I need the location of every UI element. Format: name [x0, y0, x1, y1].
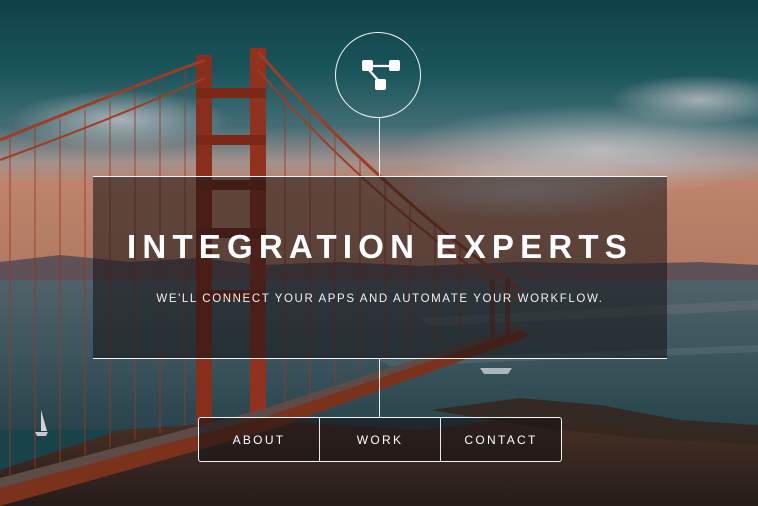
hero-panel: INTEGRATION EXPERTS WE'LL CONNECT YOUR A…	[93, 176, 667, 359]
workflow-nodes-icon	[362, 60, 400, 90]
nav-about-button[interactable]: ABOUT	[199, 418, 319, 461]
nav-work-button[interactable]: WORK	[319, 418, 440, 461]
hero-subtitle: WE'LL CONNECT YOUR APPS AND AUTOMATE YOU…	[156, 293, 604, 305]
hero-screen: INTEGRATION EXPERTS WE'LL CONNECT YOUR A…	[0, 0, 758, 506]
logo[interactable]	[335, 32, 421, 118]
hero-title: INTEGRATION EXPERTS	[127, 228, 633, 265]
main-nav: ABOUT WORK CONTACT	[198, 417, 562, 462]
connector-line-top	[379, 118, 380, 176]
nav-contact-button[interactable]: CONTACT	[440, 418, 561, 461]
connector-line-bottom	[379, 359, 380, 417]
